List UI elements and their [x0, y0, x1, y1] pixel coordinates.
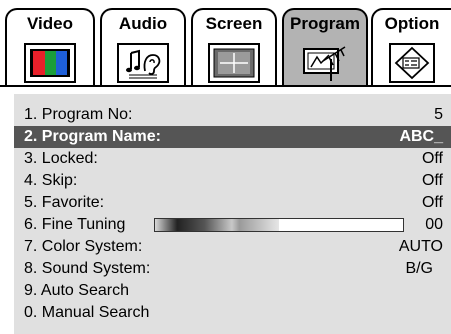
menu-item-label: 9. Auto Search	[24, 282, 129, 299]
fine-tuning-slider-fill	[155, 219, 279, 231]
menu-item-manual-search[interactable]: 0. Manual Search	[14, 302, 451, 324]
menu-item-value[interactable]: ABC_	[399, 126, 443, 148]
tab-program[interactable]: Program	[282, 8, 368, 86]
menu-item-value: 5	[434, 106, 443, 123]
menu-item-label: 6. Fine Tuning	[24, 216, 126, 233]
antenna-tv-icon	[303, 46, 346, 81]
tab-video-label: Video	[27, 14, 73, 33]
menu-item-value: AUTO	[398, 238, 443, 255]
menu-item-sound-system[interactable]: 8. Sound System: B/G	[14, 258, 451, 280]
menu-item-fine-tuning[interactable]: 6. Fine Tuning 00	[14, 214, 451, 236]
menu-item-label: 8. Sound System:	[24, 260, 151, 277]
program-settings-panel: 1. Program No: 5 2. Program Name: ABC_ 3…	[14, 94, 451, 334]
tab-audio-label: Audio	[118, 14, 168, 33]
menu-item-favorite[interactable]: 5. Favorite: Off	[14, 192, 451, 214]
menu-item-value: 00	[425, 216, 443, 233]
tab-audio[interactable]: Audio	[100, 8, 186, 86]
menu-item-label: 2. Program Name:	[24, 128, 161, 145]
menu-item-value: B/G	[405, 260, 433, 277]
menu-item-value: Off	[421, 194, 443, 211]
tab-option-label: Option	[384, 14, 440, 33]
menu-item-value: Off	[421, 172, 443, 189]
color-bars-icon	[24, 43, 76, 83]
menu-item-auto-search[interactable]: 9. Auto Search	[14, 280, 451, 302]
menu-item-color-system[interactable]: 7. Color System: AUTO	[14, 236, 451, 258]
menu-item-value: Off	[421, 150, 443, 167]
menu-item-locked[interactable]: 3. Locked: Off	[14, 148, 451, 170]
music-note-ear-icon	[117, 43, 169, 83]
menu-item-label: 1. Program No:	[24, 106, 133, 123]
menu-item-skip[interactable]: 4. Skip: Off	[14, 170, 451, 192]
tab-program-label: Program	[290, 14, 360, 33]
tab-option[interactable]: Option	[371, 8, 451, 86]
tab-video[interactable]: Video	[5, 8, 95, 86]
menu-item-label: 5. Favorite:	[24, 194, 105, 211]
menu-item-label: 4. Skip:	[24, 172, 78, 189]
menu-tab-bar: Video Audio Screen Program Option	[0, 0, 451, 87]
tab-screen[interactable]: Screen	[191, 8, 277, 86]
menu-item-label: 7. Color System:	[24, 238, 143, 255]
settings-diamond-icon	[389, 43, 435, 83]
menu-item-program-name[interactable]: 2. Program Name: ABC_	[14, 126, 451, 148]
screen-cross-icon	[208, 43, 260, 83]
fine-tuning-slider[interactable]	[154, 218, 404, 232]
tab-bar-divider	[0, 85, 451, 87]
menu-item-program-no[interactable]: 1. Program No: 5	[14, 104, 451, 126]
menu-item-label: 0. Manual Search	[24, 304, 150, 321]
menu-item-label: 3. Locked:	[24, 150, 98, 167]
tab-screen-label: Screen	[205, 14, 263, 33]
